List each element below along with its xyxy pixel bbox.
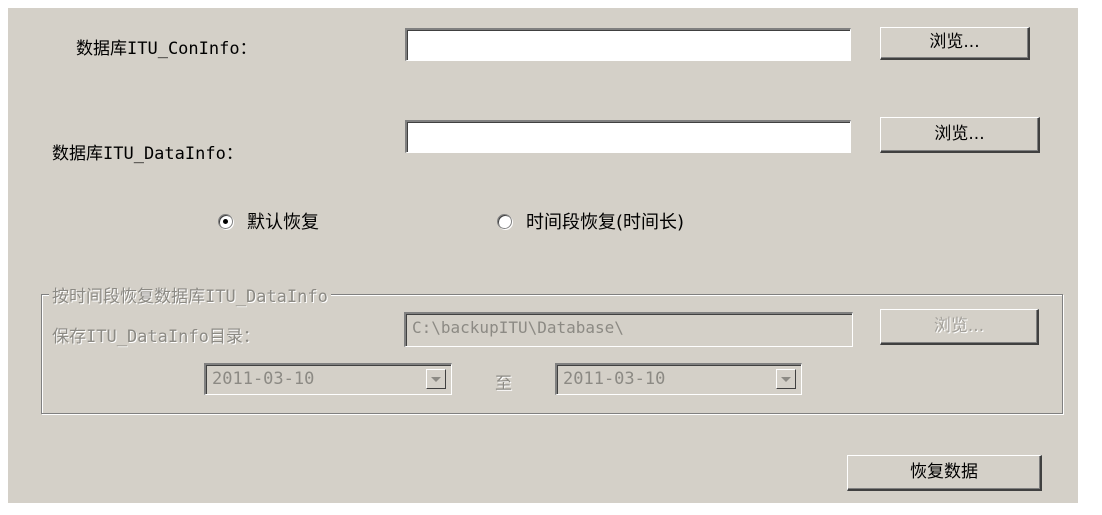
end-date-combo[interactable]: 2011-03-10 bbox=[555, 363, 802, 395]
range-group-title: 按时间段恢复数据库ITU_DataInfo bbox=[49, 282, 331, 307]
backup-dir-input[interactable]: C:\backupITU\Database\ bbox=[404, 312, 853, 347]
coninfo-browse-button[interactable]: 浏览... bbox=[880, 27, 1030, 60]
datainfo-path-input[interactable] bbox=[405, 120, 851, 153]
start-date-dropdown-button[interactable] bbox=[426, 369, 446, 389]
backup-dir-browse-button[interactable]: 浏览... bbox=[880, 309, 1039, 345]
coninfo-path-input[interactable] bbox=[405, 28, 851, 61]
end-date-value: 2011-03-10 bbox=[555, 363, 802, 395]
radio-range-restore[interactable]: 时间段恢复(时间长) bbox=[497, 208, 684, 234]
end-date-dropdown-button[interactable] bbox=[776, 369, 796, 389]
start-date-combo[interactable]: 2011-03-10 bbox=[204, 363, 452, 395]
restore-dialog: 数据库ITU_ConInfo： 浏览... 数据库ITU_DataInfo： 浏… bbox=[8, 8, 1078, 503]
chevron-down-icon bbox=[781, 376, 791, 382]
datainfo-browse-button[interactable]: 浏览... bbox=[880, 117, 1040, 153]
radio-default-restore[interactable]: 默认恢复 bbox=[218, 208, 319, 234]
radio-range-label: 时间段恢复(时间长) bbox=[526, 212, 685, 233]
start-date-value: 2011-03-10 bbox=[204, 363, 452, 395]
chevron-down-icon bbox=[431, 376, 441, 382]
restore-data-button[interactable]: 恢复数据 bbox=[847, 455, 1042, 491]
coninfo-label: 数据库ITU_ConInfo： bbox=[76, 39, 257, 59]
datainfo-label: 数据库ITU_DataInfo： bbox=[52, 144, 243, 164]
radio-unchecked-icon bbox=[497, 213, 512, 229]
backup-dir-label: 保存ITU_DataInfo目录： bbox=[52, 327, 260, 347]
date-range-separator: 至 bbox=[495, 374, 512, 394]
radio-default-label: 默认恢复 bbox=[247, 212, 319, 233]
radio-checked-icon bbox=[218, 213, 233, 229]
